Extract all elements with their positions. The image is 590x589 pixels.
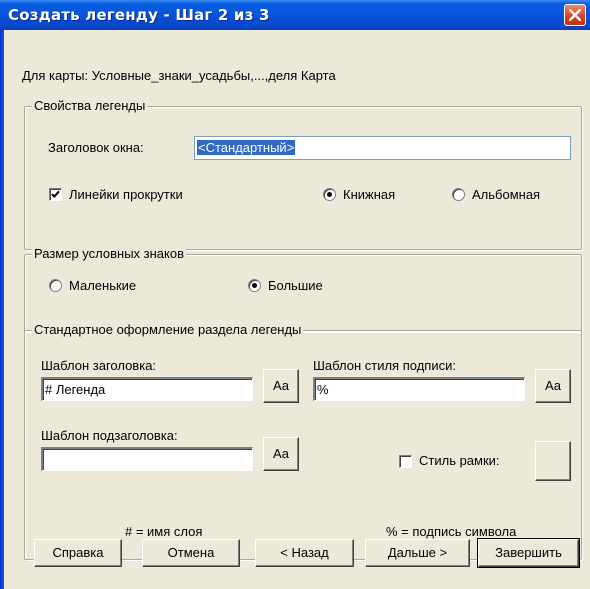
heading-font-button[interactable]: Aa (263, 369, 299, 403)
caption-template-label: Шаблон стиля подписи: (313, 358, 456, 373)
portrait-label: Книжная (343, 187, 396, 202)
scrollbars-label: Линейки прокрутки (69, 187, 183, 202)
heading-template-input[interactable]: # Легенда (41, 377, 253, 401)
caption-template-input[interactable]: % (313, 377, 525, 401)
scrollbars-checkbox[interactable] (49, 188, 62, 201)
next-button[interactable]: Дальше > (365, 539, 470, 567)
landscape-label: Альбомная (472, 187, 541, 202)
symbol-size-group: Размер условных знаков Маленькие Большие (24, 246, 582, 332)
map-subtitle: Для карты: Условные_знаки_усадьбы,...,де… (22, 68, 336, 83)
window-title-value: <Стандартный> (197, 140, 296, 155)
finish-button[interactable]: Завершить (477, 538, 580, 568)
help-button[interactable]: Справка (34, 539, 122, 567)
subheading-template-input[interactable] (41, 447, 253, 471)
window-title: Создать легенду - Шаг 2 из 3 (8, 6, 270, 24)
back-button[interactable]: < Назад (255, 539, 354, 567)
large-symbols-radio[interactable] (248, 279, 261, 292)
caption-font-button[interactable]: Aa (535, 369, 571, 403)
window-title-input[interactable]: <Стандартный> (194, 136, 571, 160)
window-frame (0, 30, 4, 589)
subheading-font-button[interactable]: Aa (263, 437, 299, 471)
close-icon (569, 9, 581, 21)
frame-style-checkbox[interactable] (399, 455, 412, 468)
cancel-button[interactable]: Отмена (142, 539, 240, 567)
close-button[interactable] (564, 4, 586, 26)
legend-wizard-window: Создать легенду - Шаг 2 из 3 Для карты: … (0, 0, 590, 589)
subheading-template-label: Шаблон подзаголовка: (41, 428, 178, 443)
checkmark-icon (51, 190, 60, 198)
small-symbols-label: Маленькие (69, 278, 137, 293)
hash-note: # = имя слоя (125, 524, 203, 539)
radio-dot (252, 283, 257, 288)
small-symbols-radio[interactable] (49, 279, 62, 292)
dialog-content: Для карты: Условные_знаки_усадьбы,...,де… (8, 30, 586, 582)
window-title-label: Заголовок окна: (48, 140, 144, 155)
percent-note: % = подпись символа (386, 524, 517, 539)
legend-properties-group: Свойства легенды Заголовок окна: <Станда… (24, 98, 582, 250)
heading-template-value: # Легенда (45, 382, 106, 397)
heading-template-label: Шаблон заголовка: (41, 358, 157, 373)
title-bar[interactable]: Создать легенду - Шаг 2 из 3 (0, 0, 590, 30)
section-style-label: Стандартное оформление раздела легенды (32, 322, 304, 337)
portrait-radio[interactable] (323, 188, 336, 201)
frame-style-button[interactable] (535, 441, 571, 481)
symbol-size-label: Размер условных знаков (32, 246, 186, 261)
landscape-radio[interactable] (452, 188, 465, 201)
section-style-group: Стандартное оформление раздела легенды Ш… (24, 322, 582, 560)
caption-template-value: % (317, 382, 329, 397)
frame-style-label: Стиль рамки: (419, 453, 500, 468)
legend-properties-label: Свойства легенды (32, 98, 148, 113)
radio-dot (327, 192, 332, 197)
large-symbols-label: Большие (268, 278, 323, 293)
